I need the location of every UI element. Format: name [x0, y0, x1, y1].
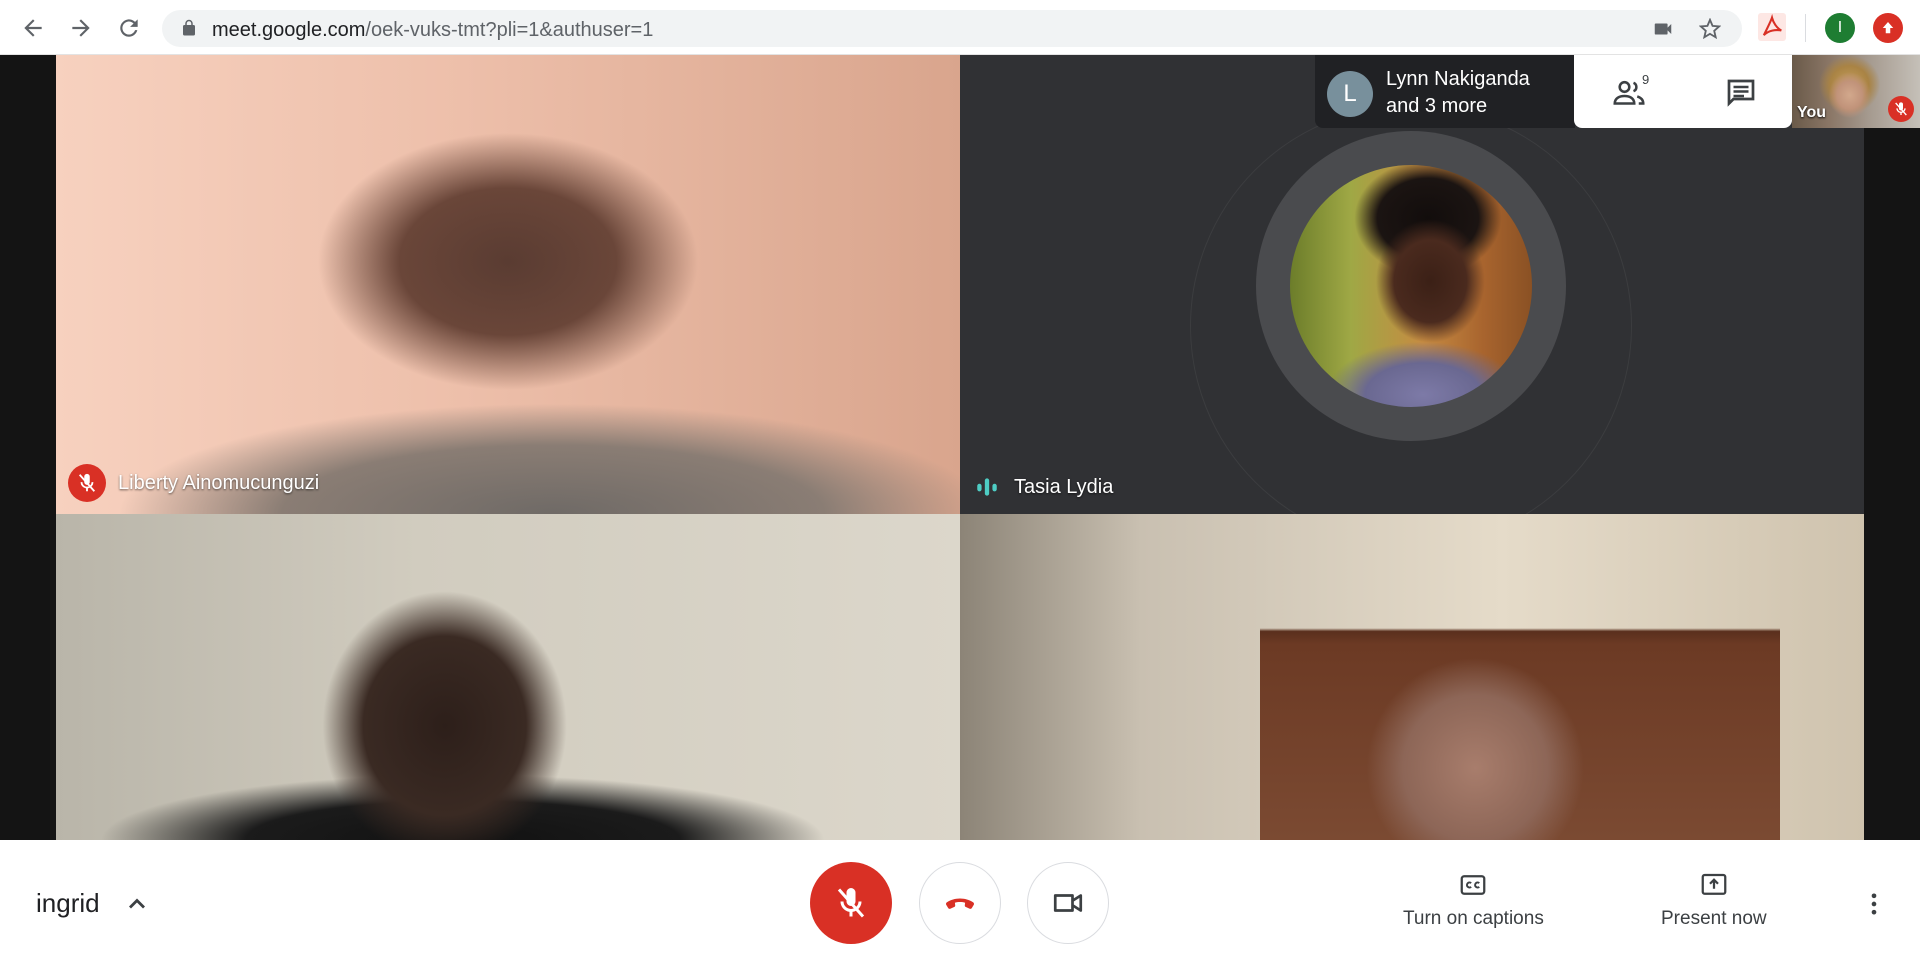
- more-vert-icon: [1871, 893, 1877, 915]
- reload-button[interactable]: [114, 13, 144, 43]
- mic-off-icon: [837, 888, 865, 918]
- summary-text: Lynn Nakiganda and 3 more: [1386, 66, 1530, 120]
- bookmark-star-icon[interactable]: [1699, 18, 1721, 40]
- closed-captions-icon: [1461, 875, 1486, 895]
- self-view-tile[interactable]: You: [1792, 55, 1920, 128]
- lock-icon: [183, 19, 195, 36]
- browser-toolbar: meet.google.com/oek-vuks-tmt?pli=1&authu…: [0, 0, 1920, 55]
- hang-up-icon: [945, 898, 975, 909]
- leave-call-button[interactable]: [919, 862, 1001, 944]
- meeting-controls-bar: ingrid Turn on captions Present now: [0, 840, 1920, 968]
- reload-icon: [120, 19, 138, 37]
- captions-button[interactable]: Turn on captions: [1403, 870, 1544, 930]
- update-button[interactable]: [1873, 13, 1903, 43]
- mic-off-icon: [1895, 102, 1907, 116]
- forward-button[interactable]: [66, 13, 96, 43]
- mic-off-icon: [78, 473, 96, 492]
- profile-avatar[interactable]: I: [1825, 13, 1855, 43]
- self-label: You: [1797, 104, 1827, 121]
- participant-avatar: [1290, 165, 1532, 407]
- url-path: /oek-vuks-tmt?pli=1&authuser=1: [365, 19, 654, 41]
- present-screen-icon: [1701, 873, 1727, 895]
- chat-icon: [1727, 79, 1755, 107]
- meeting-actions-panel: [1574, 55, 1792, 128]
- microphone-toggle-button[interactable]: [810, 862, 892, 944]
- back-button[interactable]: [18, 13, 48, 43]
- video-grid: Liberty Ainomucunguzi Tasia Lydia: [0, 55, 1920, 840]
- address-bar[interactable]: meet.google.com/oek-vuks-tmt?pli=1&authu…: [162, 10, 1742, 47]
- url-host: meet.google.com: [212, 19, 366, 41]
- arrow-left-icon: [24, 19, 42, 37]
- captions-label: Turn on captions: [1403, 908, 1544, 929]
- people-count-badge: 9: [1642, 72, 1650, 87]
- chat-button[interactable]: [1719, 71, 1763, 115]
- arrow-right-icon: [72, 19, 90, 37]
- present-label: Present now: [1661, 908, 1767, 929]
- participant-tile[interactable]: Liberty Ainomucunguzi: [56, 55, 960, 514]
- arrow-up-icon: [1882, 22, 1894, 34]
- more-options-button[interactable]: [1860, 886, 1888, 922]
- camera-in-use-icon[interactable]: [1652, 18, 1674, 40]
- url-text: meet.google.com/oek-vuks-tmt?pli=1&authu…: [212, 19, 653, 42]
- chevron-up-icon[interactable]: [123, 890, 151, 918]
- camera-toggle-button[interactable]: [1027, 862, 1109, 944]
- summary-avatar: L: [1327, 71, 1373, 117]
- present-now-button[interactable]: Present now: [1661, 870, 1767, 930]
- summary-line-2: and 3 more: [1386, 95, 1488, 117]
- participant-name: Tasia Lydia: [1014, 475, 1114, 498]
- toolbar-separator: [1805, 14, 1806, 42]
- mic-off-badge: [68, 464, 106, 502]
- pdf-extension-icon[interactable]: [1758, 13, 1786, 41]
- meeting-details-label[interactable]: ingrid: [36, 888, 100, 919]
- participant-name: Liberty Ainomucunguzi: [118, 471, 320, 494]
- participant-tile[interactable]: [960, 514, 1864, 840]
- participant-tile[interactable]: [56, 514, 960, 840]
- speaking-indicator-icon: [972, 472, 1002, 502]
- video-camera-icon: [1053, 894, 1083, 912]
- acrobat-icon: [1762, 13, 1782, 36]
- participant-label: Liberty Ainomucunguzi: [68, 464, 319, 502]
- self-mic-off-badge: [1888, 96, 1914, 122]
- participant-label: Tasia Lydia: [972, 472, 1113, 502]
- participant-summary[interactable]: L Lynn Nakiganda and 3 more: [1315, 55, 1575, 128]
- summary-line-1: Lynn Nakiganda: [1386, 68, 1530, 90]
